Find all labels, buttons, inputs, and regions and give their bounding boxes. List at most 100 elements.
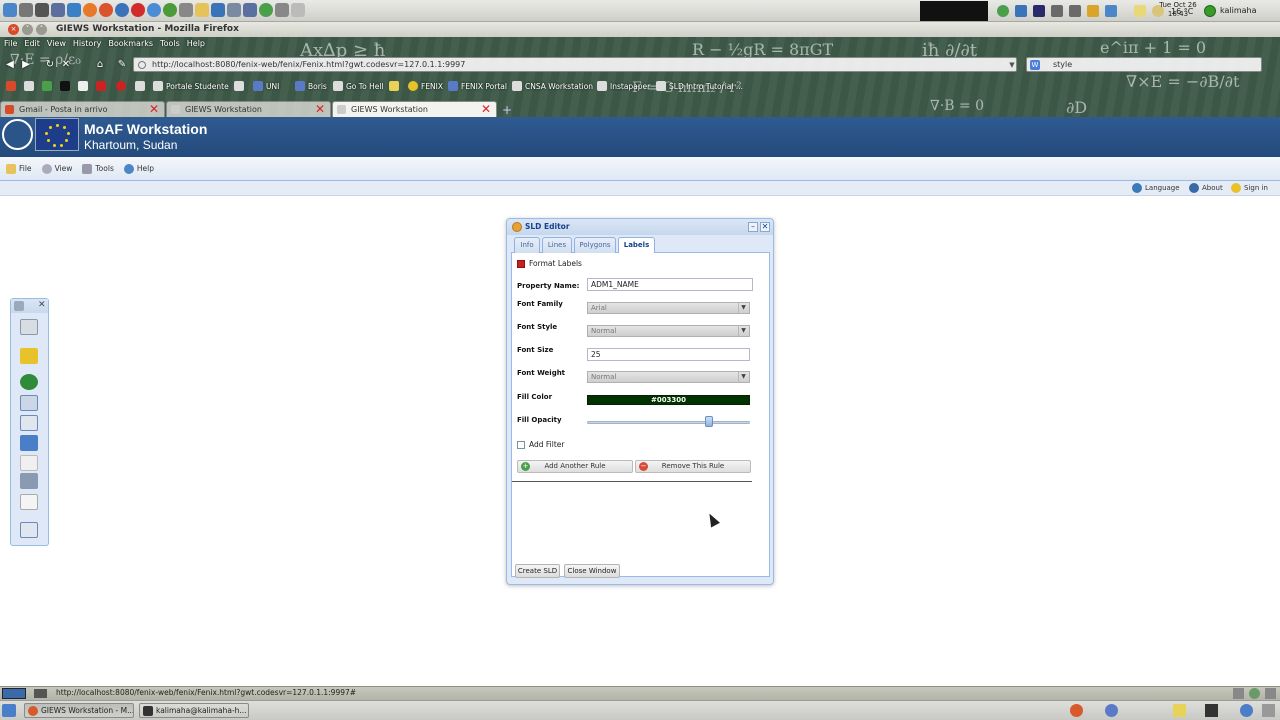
tab-giews-workstation-active[interactable]: GIEWS Workstation ✕	[332, 101, 497, 117]
add-rule-button[interactable]: + Add Another Rule	[517, 460, 633, 473]
close-tab-icon[interactable]: ✕	[314, 103, 326, 115]
sign-in-button[interactable]: Sign in	[1231, 183, 1268, 193]
app-launcher-icon[interactable]	[147, 3, 161, 17]
bookmark-w[interactable]	[96, 80, 109, 94]
forward-icon[interactable]: ▶	[20, 59, 32, 71]
maximize-window-icon[interactable]: ˄	[36, 24, 47, 35]
reload-icon[interactable]: ↻	[44, 59, 56, 71]
tab-labels[interactable]: Labels	[618, 237, 655, 254]
menu-help[interactable]: Help	[187, 39, 205, 51]
minimize-icon[interactable]: –	[748, 222, 758, 232]
app-launcher-icon[interactable]	[179, 3, 193, 17]
font-size-field[interactable]: 25	[587, 348, 750, 361]
property-name-field[interactable]: ADM1_NAME	[587, 278, 753, 291]
app-launcher-icon[interactable]	[211, 3, 225, 17]
app-launcher-icon[interactable]	[291, 3, 305, 17]
globe-icon[interactable]	[20, 374, 38, 390]
search-bar[interactable]: W style	[1026, 57, 1262, 72]
format-labels-checkbox[interactable]	[517, 260, 525, 268]
menu-edit[interactable]: Edit	[24, 39, 40, 51]
tab-gmail[interactable]: Gmail - Posta in arrivo ✕	[0, 101, 165, 117]
taskbar-item-firefox[interactable]: GIEWS Workstation - M...	[24, 703, 134, 718]
zoom-icon[interactable]	[20, 319, 38, 335]
tab-info[interactable]: Info	[514, 237, 540, 253]
chrome-launcher-icon[interactable]	[163, 3, 177, 17]
bookmark-link[interactable]	[135, 80, 148, 94]
user-menu[interactable]: kalimaha	[1204, 2, 1257, 19]
tab-giews-workstation[interactable]: GIEWS Workstation ✕	[166, 101, 331, 117]
menu-bookmarks[interactable]: Bookmarks	[108, 39, 153, 51]
document-icon[interactable]	[20, 455, 38, 471]
bookmark-uni[interactable]: UNI	[253, 80, 279, 94]
screen-icon[interactable]	[2, 688, 26, 699]
url-dropdown-icon[interactable]: ▼	[1006, 59, 1018, 71]
app-icon[interactable]	[1240, 704, 1253, 717]
status-icon[interactable]	[1265, 688, 1276, 699]
font-family-select[interactable]: Arial ▼	[587, 302, 750, 314]
folder-launcher-icon[interactable]	[195, 3, 209, 17]
about-button[interactable]: About	[1189, 183, 1223, 193]
taskbar-item-terminal[interactable]: kalimaha@kalimaha-h...	[139, 703, 249, 718]
palette-header[interactable]: ✕	[11, 299, 48, 313]
bookmark-cnsa-workstation[interactable]: CNSA Workstation	[512, 80, 593, 94]
firefox-icon[interactable]	[1070, 704, 1083, 717]
bookmark-instapaper[interactable]: Instapaper	[597, 80, 650, 94]
bookmark-gmail[interactable]	[6, 80, 19, 94]
tools-icon[interactable]: ✎	[116, 59, 128, 71]
bookmark-portale-studente[interactable]: Portale Studente	[153, 80, 229, 94]
stop-icon[interactable]: ✕	[60, 59, 72, 71]
close-tab-icon[interactable]: ✕	[480, 103, 492, 115]
bookmark-fenix-portal[interactable]: FENIX Portal	[448, 80, 507, 94]
menu-file[interactable]: File	[4, 39, 17, 51]
close-palette-icon[interactable]: ✕	[38, 300, 46, 310]
close-window-button[interactable]: Close Window	[564, 564, 620, 578]
bookmark-fenix[interactable]: FENIX	[408, 80, 443, 94]
menu-tools[interactable]: Tools	[160, 39, 180, 51]
create-sld-button[interactable]: Create SLD	[515, 564, 560, 578]
binoculars-icon[interactable]	[20, 473, 38, 489]
bookmark-heart[interactable]	[116, 80, 129, 94]
bookmark-r[interactable]	[78, 80, 91, 94]
remove-rule-button[interactable]: − Remove This Rule	[635, 460, 751, 473]
bookmark-c[interactable]	[60, 80, 73, 94]
bookmark-go-to-hell[interactable]: Go To Hell	[333, 80, 384, 94]
fill-color-picker[interactable]: #003300	[587, 395, 750, 405]
language-button[interactable]: Language	[1132, 183, 1180, 193]
home-icon[interactable]: ⌂	[94, 59, 106, 71]
files-launcher-icon[interactable]	[51, 3, 65, 17]
table-icon[interactable]	[20, 395, 38, 411]
notes-icon[interactable]	[1134, 5, 1146, 17]
report-icon[interactable]	[20, 494, 38, 510]
menu-view[interactable]: View	[47, 39, 66, 51]
app-launcher-icon[interactable]	[115, 3, 129, 17]
terminal-icon[interactable]	[1205, 704, 1218, 717]
app-launcher-icon[interactable]	[243, 3, 257, 17]
bookmark-sld-intro-tutorial[interactable]: SLD Intro Tutorial ...	[656, 80, 743, 94]
url-bar[interactable]: http://localhost:8080/fenix-web/fenix/Fe…	[133, 57, 1017, 72]
toolbar-file[interactable]: File	[6, 163, 32, 174]
status-icon[interactable]	[1249, 688, 1260, 699]
applications-menu-icon[interactable]	[3, 3, 17, 17]
trash-icon[interactable]	[1262, 704, 1275, 717]
bookmark-icon-link[interactable]	[24, 80, 37, 94]
show-desktop-icon[interactable]	[2, 704, 16, 717]
toolbar-tools[interactable]: Tools	[82, 163, 114, 174]
minimize-window-icon[interactable]: ˅	[22, 24, 33, 35]
toolbar-help[interactable]: Help	[123, 163, 154, 174]
app-launcher-icon[interactable]	[67, 3, 81, 17]
search-engine-icon[interactable]: W	[1030, 60, 1040, 70]
layout-icon[interactable]	[20, 415, 38, 431]
app-launcher-icon[interactable]	[259, 3, 273, 17]
menu-history[interactable]: History	[73, 39, 101, 51]
battery-icon[interactable]	[1087, 5, 1099, 17]
app-icon[interactable]	[1105, 704, 1118, 717]
clock[interactable]: Tue Oct 26 16:43	[1156, 1, 1200, 19]
notes-icon[interactable]	[1173, 704, 1186, 717]
sld-editor-header[interactable]: SLD Editor – ✕	[507, 219, 773, 235]
terminal-launcher-icon[interactable]	[19, 3, 33, 17]
add-filter-checkbox[interactable]	[517, 441, 525, 449]
close-icon[interactable]: ✕	[760, 222, 770, 232]
keyboard-icon[interactable]	[34, 689, 47, 698]
back-icon[interactable]: ◀	[4, 59, 16, 71]
toolbar-view[interactable]: View	[41, 163, 72, 174]
